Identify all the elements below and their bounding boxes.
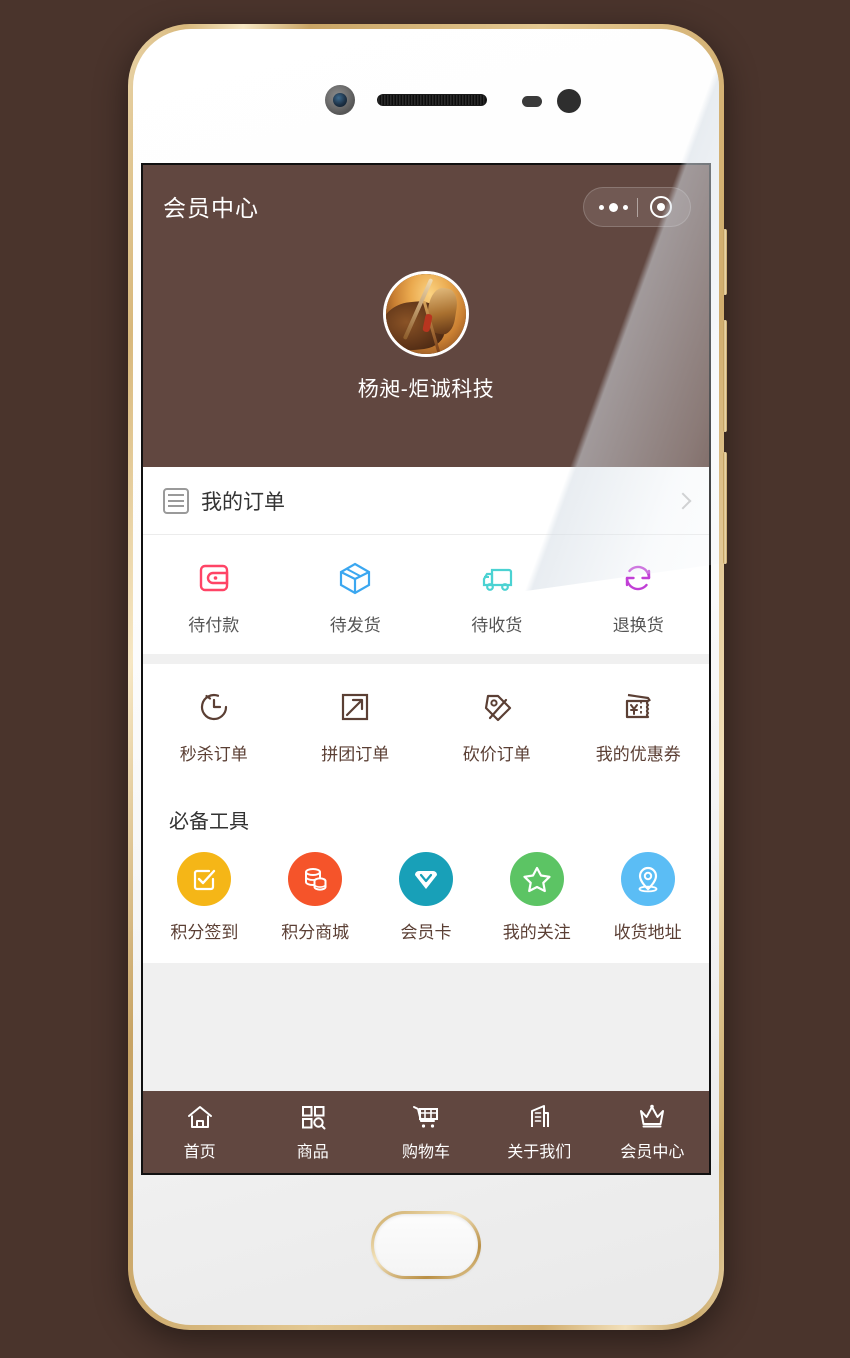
order-type-group-buy[interactable]: 拼团订单	[285, 686, 427, 765]
front-camera-icon	[325, 85, 355, 115]
earpiece-speaker-icon	[377, 94, 487, 106]
tool-label: 积分签到	[170, 923, 239, 942]
building-icon	[531, 1105, 550, 1127]
volume-down-button[interactable]	[723, 452, 727, 564]
truck-icon	[482, 568, 512, 591]
chevron-right-icon[interactable]	[674, 492, 692, 509]
tool-my-favorites[interactable]: 我的关注	[481, 852, 592, 943]
miniprogram-capsule[interactable]	[583, 187, 691, 227]
order-type-label: 拼团订单	[321, 745, 390, 764]
order-type-label: 砍价订单	[462, 745, 531, 764]
order-type-bargain[interactable]: 砍价订单	[426, 686, 568, 765]
order-status-grid: 待付款 待发货 待收货 退换货	[143, 535, 709, 654]
alarm-clock-icon	[200, 693, 227, 721]
order-status-pending-payment[interactable]: 待付款	[143, 557, 285, 636]
tab-home[interactable]: 首页	[143, 1102, 256, 1162]
tool-shipping-address[interactable]: 收货地址	[592, 852, 703, 943]
order-status-label: 退换货	[612, 616, 664, 635]
coins-icon	[305, 868, 327, 891]
phone-body: 会员中心 杨昶-炬诚科技 我的订单 待付款 待发货 待收货 退换货 秒杀订单 拼…	[133, 29, 719, 1325]
page-title: 会员中心	[163, 195, 259, 221]
phone-frame: 会员中心 杨昶-炬诚科技 我的订单 待付款 待发货 待收货 退换货 秒杀订单 拼…	[128, 24, 727, 1330]
price-tag-icon	[484, 694, 511, 722]
tool-label: 收货地址	[613, 923, 682, 942]
tab-label: 商品	[296, 1144, 329, 1161]
location-icon	[638, 866, 657, 893]
order-type-label: 我的优惠券	[595, 745, 681, 764]
coupon-icon	[626, 693, 652, 719]
diamond-icon	[414, 871, 437, 889]
tool-member-card[interactable]: 会员卡	[371, 852, 482, 943]
power-button[interactable]	[723, 229, 727, 295]
tools-card: 必备工具 积分签到 积分商城 会员卡 我的关注 收货地址	[143, 783, 709, 963]
tool-circle	[509, 852, 564, 906]
tool-label: 我的关注	[502, 923, 571, 942]
bottom-tabbar: 首页 商品 购物车 关于我们 会员中心	[143, 1091, 709, 1173]
home-icon	[187, 1106, 212, 1128]
target-icon[interactable]	[638, 196, 684, 218]
order-type-flash-sale[interactable]: 秒杀订单	[143, 686, 285, 765]
tool-circle	[620, 852, 675, 906]
tool-label: 积分商城	[281, 923, 350, 942]
crown-icon	[640, 1104, 665, 1128]
tab-products[interactable]: 商品	[256, 1102, 369, 1162]
volume-up-button[interactable]	[723, 320, 727, 432]
proximity-sensor-icon	[522, 96, 542, 107]
box-icon	[340, 562, 371, 595]
order-types-grid: 秒杀订单 拼团订单 砍价订单 我的优惠券	[143, 664, 709, 783]
order-list-icon	[163, 487, 189, 514]
my-orders-header[interactable]: 我的订单	[143, 467, 709, 535]
star-icon	[523, 866, 551, 893]
order-types-card: 秒杀订单 拼团订单 砍价订单 我的优惠券	[143, 664, 709, 783]
order-status-label: 待付款	[188, 616, 240, 635]
wallet-icon	[199, 564, 228, 592]
cart-icon	[413, 1106, 438, 1128]
page-filler	[143, 963, 709, 1091]
profile-header: 会员中心 杨昶-炬诚科技	[143, 165, 709, 467]
section-divider	[143, 654, 709, 664]
order-status-label: 待发货	[329, 616, 381, 635]
profile-block: 杨昶-炬诚科技	[143, 247, 709, 467]
avatar[interactable]	[383, 271, 469, 357]
tool-circle	[288, 852, 343, 906]
tab-label: 会员中心	[620, 1144, 685, 1161]
tool-points-mall[interactable]: 积分商城	[260, 852, 371, 943]
navbar: 会员中心	[143, 165, 709, 247]
tab-label: 关于我们	[507, 1144, 572, 1161]
grid-search-icon	[301, 1106, 326, 1130]
order-type-label: 秒杀订单	[179, 745, 248, 764]
tool-circle	[177, 852, 232, 906]
screenshot-root: 会员中心 杨昶-炬诚科技 我的订单 待付款 待发货 待收货 退换货 秒杀订单 拼…	[0, 0, 850, 1358]
order-status-returns[interactable]: 退换货	[568, 557, 710, 636]
tool-circle	[398, 852, 453, 906]
tab-label: 首页	[183, 1144, 216, 1161]
home-button[interactable]	[371, 1211, 481, 1279]
tools-grid: 积分签到 积分商城 会员卡 我的关注 收货地址	[143, 838, 709, 963]
light-sensor-icon	[557, 89, 581, 113]
group-arrow-icon	[342, 693, 369, 721]
tab-label: 购物车	[402, 1144, 451, 1161]
tab-cart[interactable]: 购物车	[369, 1102, 482, 1162]
my-orders-title: 我的订单	[201, 490, 285, 514]
order-status-label: 待收货	[471, 616, 523, 635]
tool-label: 会员卡	[400, 923, 452, 942]
tab-about-us[interactable]: 关于我们	[483, 1102, 596, 1162]
phone-top-hardware	[133, 83, 719, 117]
ellipsis-icon[interactable]	[591, 202, 637, 212]
refresh-icon	[626, 565, 651, 591]
phone-screen: 会员中心 杨昶-炬诚科技 我的订单 待付款 待发货 待收货 退换货 秒杀订单 拼…	[141, 163, 711, 1175]
tool-points-checkin[interactable]: 积分签到	[149, 852, 260, 943]
tab-member-center[interactable]: 会员中心	[596, 1102, 709, 1162]
order-status-pending-receipt[interactable]: 待收货	[426, 557, 568, 636]
tools-title: 必备工具	[169, 811, 249, 833]
username: 杨昶-炬诚科技	[357, 378, 495, 401]
app-root: 会员中心 杨昶-炬诚科技 我的订单 待付款 待发货 待收货 退换货 秒杀订单 拼…	[143, 165, 709, 1173]
orders-card: 我的订单 待付款 待发货 待收货 退换货	[143, 467, 709, 654]
checkbox-icon	[194, 869, 216, 891]
order-status-pending-shipment[interactable]: 待发货	[285, 557, 427, 636]
order-type-coupons[interactable]: 我的优惠券	[568, 686, 710, 765]
